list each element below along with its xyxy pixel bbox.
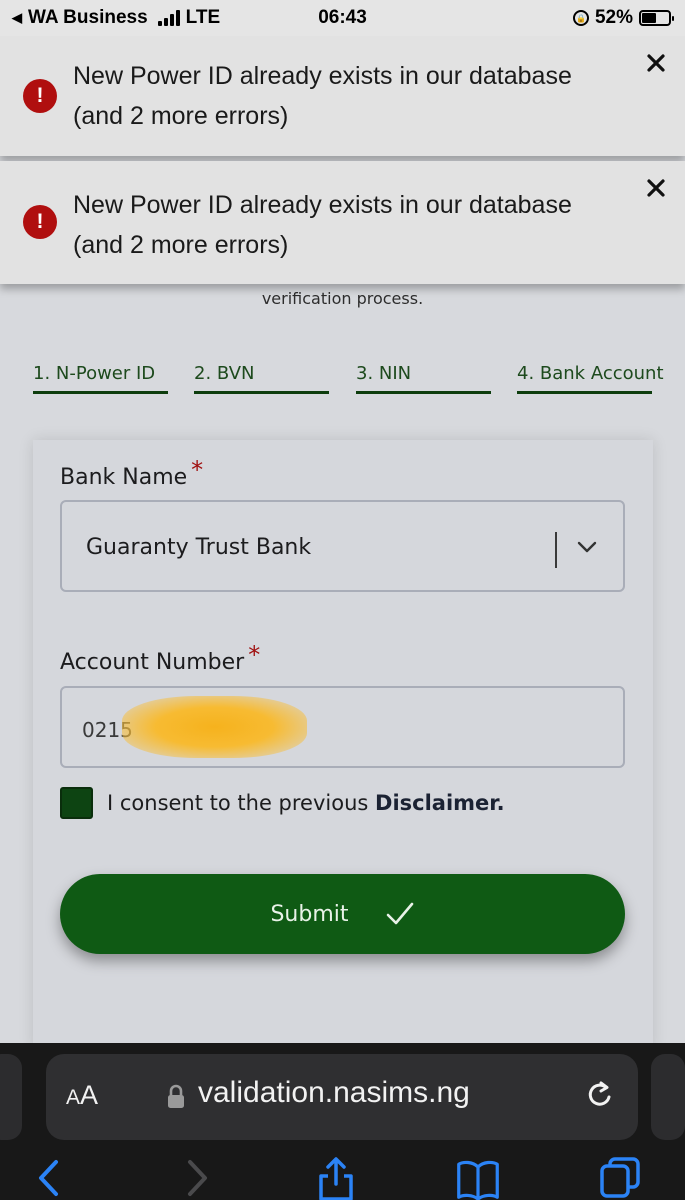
- submit-button[interactable]: Submit: [60, 874, 625, 954]
- bank-account-form: Bank Name * Guaranty Trust Bank Account N…: [33, 440, 653, 1050]
- close-icon[interactable]: [641, 48, 671, 78]
- select-divider: [555, 532, 557, 568]
- checkmark-icon: [386, 902, 413, 925]
- cellular-signal-icon: [157, 10, 180, 26]
- account-number-label: Account Number *: [60, 641, 260, 675]
- step-tabs: 1. N-Power ID 2. BVN 3. NIN 4. Bank Acco…: [33, 363, 664, 397]
- required-mark: *: [191, 456, 204, 484]
- error-toast: ! New Power ID already exists in our dat…: [0, 36, 685, 156]
- bookmarks-icon[interactable]: [456, 1156, 500, 1200]
- consent-row: I consent to the previous Disclaimer.: [60, 786, 505, 820]
- error-icon: !: [23, 79, 57, 113]
- step-nin[interactable]: 3. NIN: [356, 363, 491, 394]
- status-bar-right: 🔒 52%: [572, 7, 674, 29]
- submit-label: Submit: [270, 901, 349, 927]
- tabs-icon[interactable]: [598, 1156, 642, 1200]
- battery-percentage: 52%: [594, 7, 633, 28]
- step-bank-account[interactable]: 4. Bank Account: [517, 363, 664, 394]
- error-icon: !: [23, 205, 57, 239]
- share-icon[interactable]: [314, 1156, 358, 1200]
- reload-icon[interactable]: [582, 1078, 618, 1114]
- account-number-input[interactable]: 0215: [60, 686, 625, 768]
- toast-message-line2: (and 2 more errors): [73, 102, 289, 130]
- network-type: LTE: [185, 7, 221, 28]
- page-subtitle: verification process.: [261, 289, 424, 308]
- close-icon[interactable]: [641, 173, 671, 203]
- back-arrow-icon[interactable]: [28, 1156, 72, 1200]
- address-bar[interactable]: AA validation.nasims.ng: [46, 1054, 638, 1140]
- forward-arrow-icon[interactable]: [174, 1156, 218, 1200]
- url-text[interactable]: validation.nasims.ng: [198, 1076, 470, 1110]
- battery-icon: [639, 10, 674, 26]
- consent-label: I consent to the previous Disclaimer.: [107, 791, 505, 815]
- toast-message-line1: New Power ID already exists in our datab…: [73, 191, 572, 219]
- toast-message-line1: New Power ID already exists in our datab…: [73, 62, 572, 90]
- bank-name-label-text: Bank Name: [60, 465, 188, 490]
- toast-message: New Power ID already exists in our datab…: [73, 185, 633, 265]
- account-number-label-text: Account Number: [60, 650, 245, 675]
- previous-tab-preview[interactable]: [0, 1054, 22, 1140]
- step-bvn[interactable]: 2. BVN: [194, 363, 329, 394]
- step-n-power-id[interactable]: 1. N-Power ID: [33, 363, 168, 394]
- error-toast: ! New Power ID already exists in our dat…: [0, 161, 685, 284]
- battery-fill: [642, 13, 656, 23]
- status-bar-left: ◀ WA Business LTE: [12, 7, 220, 29]
- required-mark: *: [248, 641, 261, 669]
- consent-checkbox[interactable]: [60, 787, 93, 819]
- back-to-app-label[interactable]: WA Business: [28, 7, 148, 29]
- next-tab-preview[interactable]: [651, 1054, 685, 1140]
- bank-name-label: Bank Name *: [60, 456, 203, 490]
- bank-name-select[interactable]: Guaranty Trust Bank: [60, 500, 625, 592]
- redaction-scribble: [122, 696, 307, 758]
- disclaimer-link[interactable]: Disclaimer.: [375, 791, 505, 815]
- text-size-button[interactable]: AA: [66, 1080, 98, 1111]
- consent-text: I consent to the previous: [107, 791, 369, 815]
- status-bar: ◀ WA Business LTE 06:43 🔒 52%: [0, 0, 685, 36]
- lock-icon: [168, 1084, 184, 1108]
- chevron-down-icon[interactable]: [577, 540, 597, 554]
- toast-message-line2: (and 2 more errors): [73, 231, 289, 259]
- back-to-app-icon[interactable]: ◀: [12, 10, 22, 26]
- orientation-lock-icon: 🔒: [572, 10, 589, 26]
- browser-toolbar: AA validation.nasims.ng: [0, 1043, 685, 1200]
- toast-message: New Power ID already exists in our datab…: [73, 56, 633, 136]
- bank-name-value: Guaranty Trust Bank: [86, 535, 312, 560]
